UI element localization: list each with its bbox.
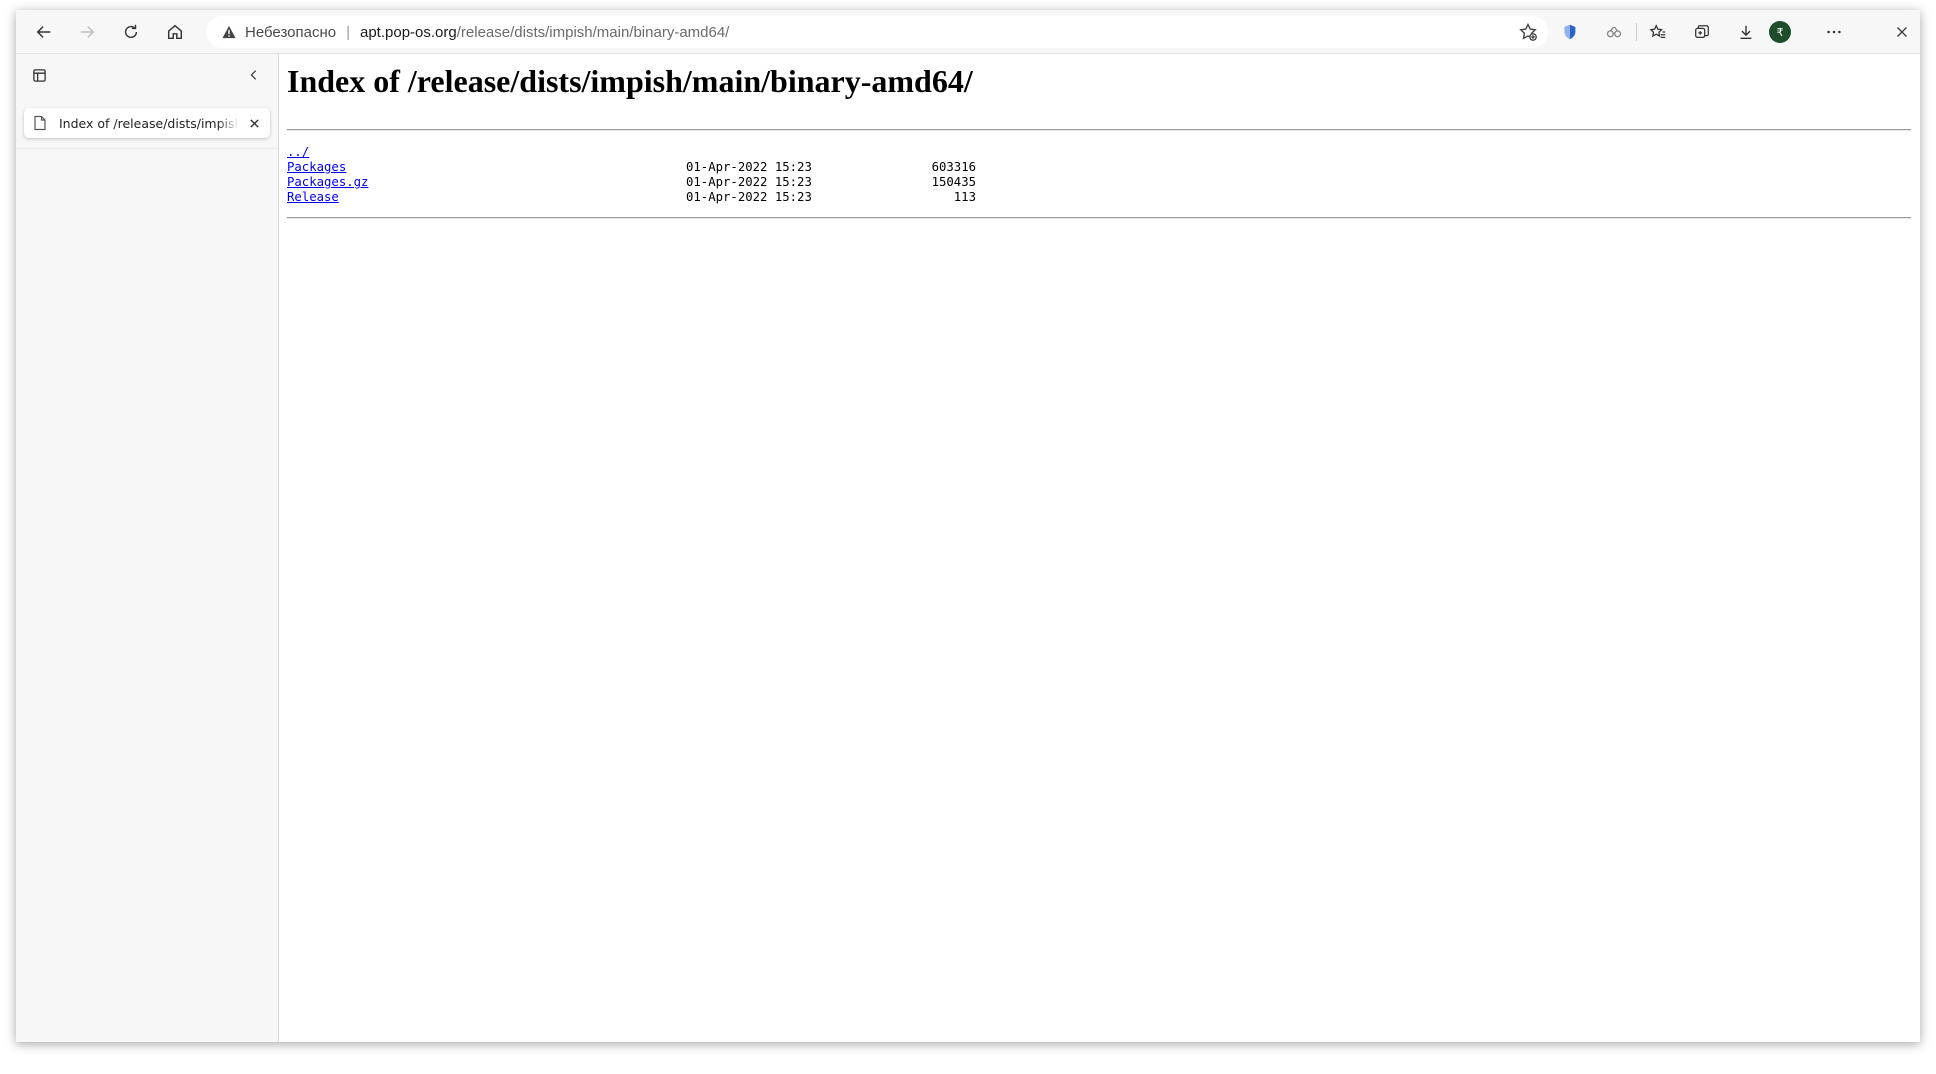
page-content: Index of /release/dists/impish/main/bina…: [279, 54, 1920, 1042]
tab-title: Index of /release/dists/impish/main/bina…: [59, 115, 239, 131]
close-window-button[interactable]: [1886, 16, 1918, 48]
list-item: Packages.gz 01-Apr-2022 15:23 150435: [287, 175, 976, 190]
sidebar-tab-active[interactable]: Index of /release/dists/impish/main/bina…: [24, 108, 270, 138]
sidebar-divider: [16, 148, 278, 149]
warning-icon: [222, 25, 236, 39]
tab-close-button[interactable]: [247, 116, 261, 130]
downloads-button[interactable]: [1730, 16, 1762, 48]
file-size: 150435: [931, 175, 976, 189]
browser-toolbar: Небезопасно | apt.pop-os.org/release/dis…: [16, 10, 1920, 54]
extension-button[interactable]: [1598, 16, 1630, 48]
profile-avatar[interactable]: ₹: [1769, 21, 1791, 43]
collections-icon: [1695, 25, 1709, 39]
browser-window: Небезопасно | apt.pop-os.org/release/dis…: [16, 10, 1920, 1042]
directory-listing: ../ Packages 01-Apr-2022 15:23 603316 Pa…: [287, 145, 976, 205]
bottom-rule: [287, 217, 1911, 219]
address-bar[interactable]: Небезопасно | apt.pop-os.org/release/dis…: [206, 16, 1548, 48]
file-size: 113: [953, 190, 976, 204]
parent-directory-link[interactable]: ../: [287, 145, 309, 159]
arrow-left-icon: [36, 26, 51, 38]
more-horizontal-icon: [1827, 30, 1841, 34]
vertical-tabs-sidebar: Index of /release/dists/impish/main/bina…: [16, 54, 279, 1042]
refresh-icon: [124, 24, 138, 39]
close-icon: [1897, 27, 1907, 37]
chevron-left-icon: [250, 70, 257, 80]
list-item: ../: [287, 145, 368, 160]
file-size: 603316: [931, 160, 976, 174]
address-separator: |: [346, 23, 350, 41]
page-title: Index of /release/dists/impish/main/bina…: [287, 63, 973, 99]
collapse-sidebar-button[interactable]: [244, 65, 264, 85]
file-link-release[interactable]: Release: [287, 190, 339, 204]
favorites-icon: [1649, 24, 1666, 39]
shield-icon: [1564, 24, 1576, 40]
file-date: 01-Apr-2022 15:23: [686, 160, 812, 174]
download-icon: [1740, 25, 1752, 39]
tab-actions-icon: [32, 68, 46, 82]
file-date: 01-Apr-2022 15:23: [686, 175, 812, 189]
file-date: 01-Apr-2022 15:23: [686, 190, 812, 204]
list-item: Release 01-Apr-2022 15:23 113: [287, 190, 976, 205]
security-status-label[interactable]: Небезопасно: [245, 24, 336, 41]
collections-button[interactable]: [1686, 16, 1718, 48]
url-host: apt.pop-os.org: [360, 23, 457, 41]
favorites-button[interactable]: [1642, 16, 1674, 48]
arrow-right-icon: [80, 26, 95, 38]
list-item: Packages 01-Apr-2022 15:23 603316: [287, 160, 976, 175]
home-icon: [167, 24, 183, 40]
url-path: /release/dists/impish/main/binary-amd64/: [456, 23, 730, 41]
tracking-prevention-button[interactable]: [1554, 16, 1586, 48]
file-link-packages-gz[interactable]: Packages.gz: [287, 175, 368, 189]
refresh-button[interactable]: [115, 16, 147, 48]
extension-icon: [1606, 26, 1622, 38]
top-rule: [287, 129, 1911, 131]
document-icon: [33, 115, 47, 131]
profile-initial: ₹: [1776, 25, 1784, 39]
forward-button[interactable]: [71, 16, 103, 48]
tab-actions-button[interactable]: [29, 65, 49, 85]
back-button[interactable]: [28, 16, 60, 48]
add-favorite-button[interactable]: [1518, 22, 1538, 42]
star-add-icon: [1519, 22, 1537, 41]
settings-more-button[interactable]: [1818, 16, 1850, 48]
file-link-packages[interactable]: Packages: [287, 160, 346, 174]
home-button[interactable]: [159, 16, 191, 48]
close-icon: [249, 118, 259, 128]
toolbar-divider: [1636, 23, 1637, 41]
